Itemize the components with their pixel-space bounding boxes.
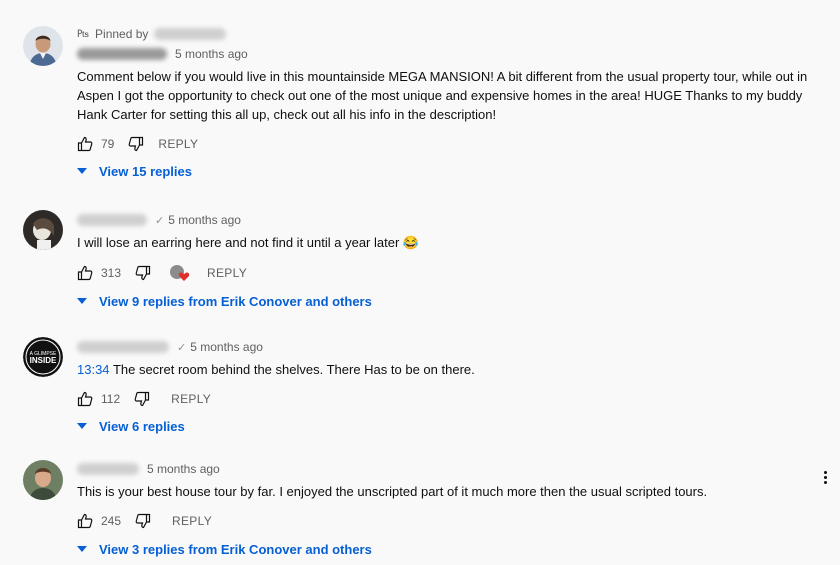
reply-button[interactable]: REPLY bbox=[172, 514, 212, 528]
thumbs-down-icon[interactable] bbox=[135, 513, 151, 529]
comment-text: Comment below if you would live in this … bbox=[77, 69, 808, 122]
comment-actions: 245 REPLY bbox=[77, 509, 810, 533]
view-replies-label: View 6 replies bbox=[99, 418, 185, 434]
timestamp-link[interactable]: 13:34 bbox=[77, 362, 110, 377]
thumbs-up-icon[interactable] bbox=[77, 265, 93, 281]
reply-button[interactable]: REPLY bbox=[171, 392, 211, 406]
blurred-author-name[interactable] bbox=[77, 341, 169, 353]
pin-icon: ₧ bbox=[77, 28, 90, 40]
view-replies-label: View 9 replies from Erik Conover and oth… bbox=[99, 293, 372, 309]
avatar[interactable] bbox=[23, 26, 63, 66]
comment-actions: 79 REPLY bbox=[77, 132, 810, 156]
blurred-pinner-name bbox=[154, 28, 227, 40]
avatar[interactable]: A GLIMPSE INSIDE bbox=[23, 337, 63, 377]
comment-text: 13:34 The secret room behind the shelves… bbox=[77, 360, 810, 379]
comment-meta: ✓ 5 months ago bbox=[77, 337, 810, 357]
like-count: 313 bbox=[101, 266, 122, 280]
thumbs-up-icon[interactable] bbox=[77, 391, 93, 407]
view-replies-button[interactable]: View 15 replies bbox=[77, 160, 810, 182]
more-actions-icon[interactable] bbox=[824, 469, 828, 486]
caret-down-icon bbox=[77, 546, 87, 552]
pinned-label: Pinned by bbox=[95, 27, 149, 41]
like-count: 79 bbox=[101, 137, 115, 151]
view-replies-button[interactable]: View 9 replies from Erik Conover and oth… bbox=[77, 290, 810, 312]
thumbs-up-icon[interactable] bbox=[77, 513, 93, 529]
view-replies-button[interactable]: View 3 replies from Erik Conover and oth… bbox=[77, 538, 810, 560]
comment-text: I will lose an earring here and not find… bbox=[77, 233, 810, 252]
comment-time[interactable]: 5 months ago bbox=[168, 213, 241, 227]
comment-time[interactable]: 5 months ago bbox=[175, 47, 248, 61]
comment-text-body: The secret room behind the shelves. Ther… bbox=[112, 362, 475, 377]
avatar[interactable] bbox=[23, 460, 63, 500]
like-count: 112 bbox=[101, 392, 121, 406]
creator-heart-icon bbox=[169, 264, 191, 282]
view-replies-label: View 15 replies bbox=[99, 163, 192, 179]
thumbs-up-icon[interactable] bbox=[77, 136, 93, 152]
checkmark-icon: ✓ bbox=[155, 214, 165, 227]
comment-actions: 112 REPLY bbox=[77, 387, 810, 411]
checkmark-icon: ✓ bbox=[177, 341, 187, 354]
comment-time[interactable]: 5 months ago bbox=[147, 462, 220, 476]
thumbs-down-icon[interactable] bbox=[128, 136, 144, 152]
comment-text-body: I will lose an earring here and not find… bbox=[77, 235, 400, 250]
like-count: 245 bbox=[101, 514, 122, 528]
thumbs-down-icon[interactable] bbox=[135, 265, 151, 281]
comment-meta: 5 months ago bbox=[77, 44, 810, 64]
blurred-author-name[interactable] bbox=[77, 214, 147, 226]
comment-meta: 5 months ago bbox=[77, 459, 810, 479]
comment-actions: 313 REPLY bbox=[77, 261, 810, 285]
thumbs-down-icon[interactable] bbox=[134, 391, 150, 407]
view-replies-label: View 3 replies from Erik Conover and oth… bbox=[99, 541, 372, 557]
svg-text:INSIDE: INSIDE bbox=[30, 356, 57, 365]
caret-down-icon bbox=[77, 423, 87, 429]
pinned-indicator: ₧ Pinned by bbox=[77, 24, 810, 44]
reply-button[interactable]: REPLY bbox=[207, 266, 247, 280]
blurred-author-name[interactable] bbox=[77, 463, 139, 475]
caret-down-icon bbox=[77, 168, 87, 174]
comment-time[interactable]: 5 months ago bbox=[190, 340, 263, 354]
reply-button[interactable]: REPLY bbox=[158, 137, 198, 151]
comment-text: This is your best house tour by far. I e… bbox=[77, 484, 708, 499]
laughing-emoji: 😂 bbox=[402, 235, 420, 250]
view-replies-button[interactable]: View 6 replies bbox=[77, 415, 810, 437]
blurred-author-name[interactable] bbox=[77, 48, 167, 60]
caret-down-icon bbox=[77, 298, 87, 304]
comment-meta: ✓ 5 months ago bbox=[77, 210, 810, 230]
avatar[interactable] bbox=[23, 210, 63, 250]
